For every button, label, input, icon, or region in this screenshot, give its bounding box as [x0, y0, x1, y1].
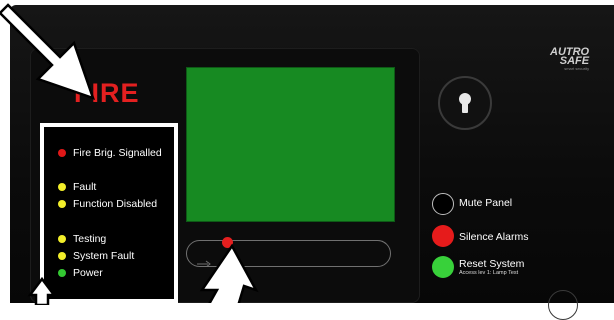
lcd-display	[186, 67, 395, 222]
indicator-testing: Testing	[58, 233, 106, 245]
yellow-led-icon	[58, 200, 66, 208]
indicator-label: Function Disabled	[73, 198, 158, 210]
silence-alarms-label: Silence Alarms	[459, 231, 529, 243]
status-indicator-panel: Fire Brig. Signalled Fault Function Disa…	[40, 123, 178, 303]
reset-system-sublabel: Access lev 1: Lamp Test	[459, 270, 519, 276]
indicator-label: Fire Brig. Signalled	[73, 147, 162, 159]
yellow-led-icon	[58, 183, 66, 191]
indicator-fire-brig-signalled: Fire Brig. Signalled	[58, 147, 162, 159]
annotation-arrow-fire-icon	[0, 3, 96, 101]
annotation-arrow-corner-icon	[27, 276, 57, 305]
red-led-icon	[58, 149, 66, 157]
indicator-function-disabled: Function Disabled	[58, 198, 157, 210]
indicator-label: Power	[73, 267, 103, 279]
yellow-led-icon	[58, 252, 66, 260]
indicator-power: Power	[58, 267, 103, 279]
silence-alarms-button[interactable]	[432, 225, 454, 247]
indicator-label: System Fault	[73, 250, 135, 262]
annotation-arrow-scroll-icon	[199, 243, 259, 303]
key-switch[interactable]	[438, 76, 492, 130]
indicator-fault: Fault	[58, 181, 96, 193]
corner-knob	[548, 290, 578, 320]
keyhole-icon	[459, 93, 471, 113]
indicator-system-fault: System Fault	[58, 250, 134, 262]
indicator-label: Fault	[73, 181, 97, 193]
yellow-led-icon	[58, 235, 66, 243]
reset-system-label: Reset System	[459, 258, 525, 270]
brand-logo: AUTRO SAFE smart security	[550, 46, 590, 72]
mute-panel-label: Mute Panel	[459, 197, 513, 209]
indicator-label: Testing	[73, 233, 107, 245]
mute-panel-button[interactable]	[432, 193, 454, 215]
reset-system-button[interactable]	[432, 256, 454, 278]
